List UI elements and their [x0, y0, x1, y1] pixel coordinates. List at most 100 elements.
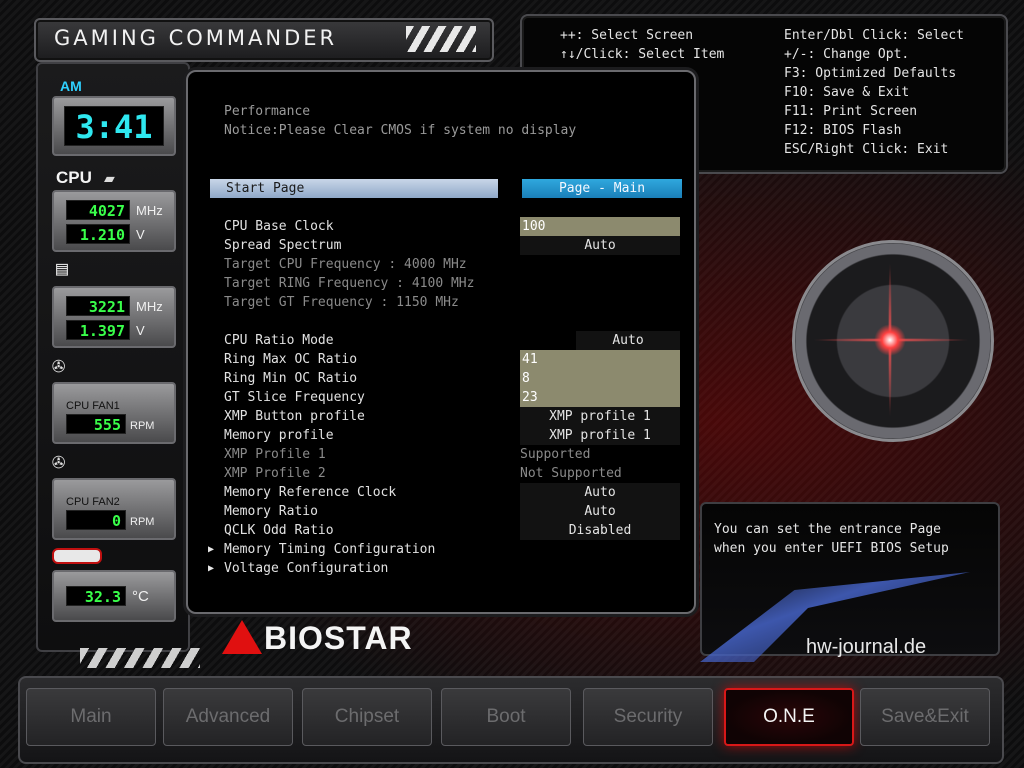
- setting-label: CPU Base Clock: [224, 219, 334, 234]
- cpu-ratio-mode-option[interactable]: Auto: [576, 331, 680, 350]
- cpu-label: CPU: [56, 168, 92, 187]
- setting-row-ring-min-oc-ratio[interactable]: Ring Min OC Ratio 8: [188, 369, 694, 388]
- cpu-chip-icon: ▰: [104, 168, 115, 189]
- help-esc: ESC/Right Click: Exit: [784, 142, 949, 157]
- setting-label: GT Slice Frequency: [224, 390, 365, 405]
- temperature-gauge: 32.3 °C: [52, 570, 176, 622]
- help-change: +/-: Change Opt.: [784, 47, 910, 62]
- stripes-decoration: [80, 648, 200, 668]
- start-page-value-selected[interactable]: Page - Main: [522, 179, 682, 198]
- submenu-label: Memory Timing Configuration: [224, 542, 436, 557]
- submenu-label: Voltage Configuration: [224, 561, 389, 576]
- start-page-value: Page - Main: [558, 181, 646, 196]
- info-label: Target GT Frequency : 1150 MHz: [224, 295, 459, 310]
- setting-label: CPU Ratio Mode: [224, 333, 334, 348]
- description-line-2: when you enter UEFI BIOS Setup: [714, 541, 949, 556]
- temperature-unit: °C: [132, 588, 149, 605]
- ring-max-oc-ratio-input[interactable]: 41: [520, 350, 680, 369]
- spread-spectrum-option[interactable]: Auto: [520, 236, 680, 255]
- ring-min-oc-ratio-input[interactable]: 8: [520, 369, 680, 388]
- tab-save-exit[interactable]: Save&Exit: [860, 688, 990, 746]
- info-label: Target CPU Frequency : 4000 MHz: [224, 257, 467, 272]
- memory-voltage: 1.397: [66, 320, 130, 340]
- notice-text: Notice:Please Clear CMOS if system no di…: [224, 123, 577, 138]
- setting-row-cpu-ratio-mode[interactable]: CPU Ratio Mode Auto: [188, 331, 694, 350]
- memory-frequency: 3221: [66, 296, 130, 316]
- description-line-1: You can set the entrance Page: [714, 522, 941, 537]
- info-label: XMP Profile 1: [224, 447, 326, 462]
- setting-row-cpu-base-clock[interactable]: CPU Base Clock 100: [188, 217, 694, 236]
- settings-panel: Performance Notice:Please Clear CMOS if …: [186, 70, 696, 614]
- submenu-voltage-configuration[interactable]: ▶ Voltage Configuration: [188, 559, 694, 578]
- info-label: XMP Profile 2: [224, 466, 326, 481]
- tab-main[interactable]: Main: [26, 688, 156, 746]
- thermometer-icon: [52, 548, 102, 564]
- memory-gauge: 3221 MHz 1.397 V: [52, 286, 176, 348]
- memory-ratio-option[interactable]: Auto: [520, 502, 680, 521]
- info-row-target-cpu-frequency: Target CPU Frequency : 4000 MHz: [188, 255, 694, 274]
- gt-slice-frequency-input[interactable]: 23: [520, 388, 680, 407]
- cpu-gauge: 4027 MHz 1.210 V: [52, 190, 176, 252]
- setting-label: Memory Reference Clock: [224, 485, 397, 500]
- info-row-xmp-profile-1: XMP Profile 1 Supported: [188, 445, 694, 464]
- setting-row-qclk-odd-ratio[interactable]: QCLK Odd Ratio Disabled: [188, 521, 694, 540]
- setting-row-spread-spectrum[interactable]: Spread Spectrum Auto: [188, 236, 694, 255]
- watermark-text: hw-journal.de: [806, 636, 927, 658]
- start-page-label: Start Page: [226, 181, 305, 196]
- tab-chipset[interactable]: Chipset: [302, 688, 432, 746]
- memory-reference-clock-option[interactable]: Auto: [520, 483, 680, 502]
- fan-icon: ✇: [52, 450, 66, 475]
- qclk-odd-ratio-option[interactable]: Disabled: [520, 521, 680, 540]
- tab-boot[interactable]: Boot: [441, 688, 571, 746]
- section-title: Performance: [224, 104, 311, 119]
- setting-row-memory-ratio[interactable]: Memory Ratio Auto: [188, 502, 694, 521]
- help-f10: F10: Save & Exit: [784, 85, 910, 100]
- setting-label: Memory Ratio: [224, 504, 318, 519]
- info-row-xmp-profile-2: XMP Profile 2 Not Supported: [188, 464, 694, 483]
- memory-profile-option[interactable]: XMP profile 1: [520, 426, 680, 445]
- setting-label: Ring Min OC Ratio: [224, 371, 358, 386]
- cpu-fan2-speed: 0: [66, 510, 126, 530]
- memory-voltage-unit: V: [136, 323, 145, 338]
- help-f12: F12: BIOS Flash: [784, 123, 902, 138]
- biostar-logo-text: BIOSTAR: [264, 620, 413, 656]
- cpu-fan2-label: CPU FAN2: [66, 496, 120, 508]
- help-f3: F3: Optimized Defaults: [784, 66, 957, 81]
- tab-advanced[interactable]: Advanced: [163, 688, 293, 746]
- cpu-fan1-unit: RPM: [130, 420, 155, 432]
- help-select-item: ↑↓/Click: Select Item: [560, 47, 725, 62]
- info-row-target-gt-frequency: Target GT Frequency : 1150 MHz: [188, 293, 694, 312]
- caret-right-icon: ▶: [208, 563, 215, 574]
- clock-display: 3:41: [64, 106, 164, 146]
- setting-row-memory-reference-clock[interactable]: Memory Reference Clock Auto: [188, 483, 694, 502]
- start-page-label-bar[interactable]: Start Page: [210, 179, 498, 198]
- setting-label: QCLK Odd Ratio: [224, 523, 334, 538]
- help-f11: F11: Print Screen: [784, 104, 918, 119]
- setting-row-memory-profile[interactable]: Memory profile XMP profile 1: [188, 426, 694, 445]
- cpu-fan2-gauge: CPU FAN2 0 RPM: [52, 478, 176, 540]
- info-row-target-ring-frequency: Target RING Frequency : 4100 MHz: [188, 274, 694, 293]
- fan-icon: ✇: [52, 354, 66, 379]
- title-bar: GAMING COMMANDER: [34, 18, 494, 62]
- memory-frequency-unit: MHz: [136, 299, 163, 314]
- help-enter: Enter/Dbl Click: Select: [784, 28, 965, 43]
- app-title: GAMING COMMANDER: [54, 26, 338, 50]
- tab-one[interactable]: O.N.E: [724, 688, 854, 746]
- xmp-button-profile-option[interactable]: XMP profile 1: [520, 407, 680, 426]
- setting-row-ring-max-oc-ratio[interactable]: Ring Max OC Ratio 41: [188, 350, 694, 369]
- setting-label: Ring Max OC Ratio: [224, 352, 358, 367]
- setting-label: Memory profile: [224, 428, 334, 443]
- cpu-voltage-unit: V: [136, 227, 145, 242]
- tab-security[interactable]: Security: [583, 688, 713, 746]
- submenu-memory-timing-configuration[interactable]: ▶ Memory Timing Configuration: [188, 540, 694, 559]
- biostar-logo-icon: [222, 620, 262, 654]
- memory-module-icon: ▤: [56, 256, 69, 280]
- cpu-voltage: 1.210: [66, 224, 130, 244]
- cpu-fan1-label: CPU FAN1: [66, 400, 120, 412]
- setting-row-gt-slice-frequency[interactable]: GT Slice Frequency 23: [188, 388, 694, 407]
- cpu-base-clock-input[interactable]: 100: [520, 217, 680, 236]
- cpu-fan1-gauge: CPU FAN1 555 RPM: [52, 382, 176, 444]
- setting-row-xmp-button-profile[interactable]: XMP Button profile XMP profile 1: [188, 407, 694, 426]
- cpu-fan2-unit: RPM: [130, 516, 155, 528]
- hardware-monitor-sidebar: AM 3:41 CPU ▰ 4027 MHz 1.210 V ▤ 3221 MH…: [36, 62, 190, 652]
